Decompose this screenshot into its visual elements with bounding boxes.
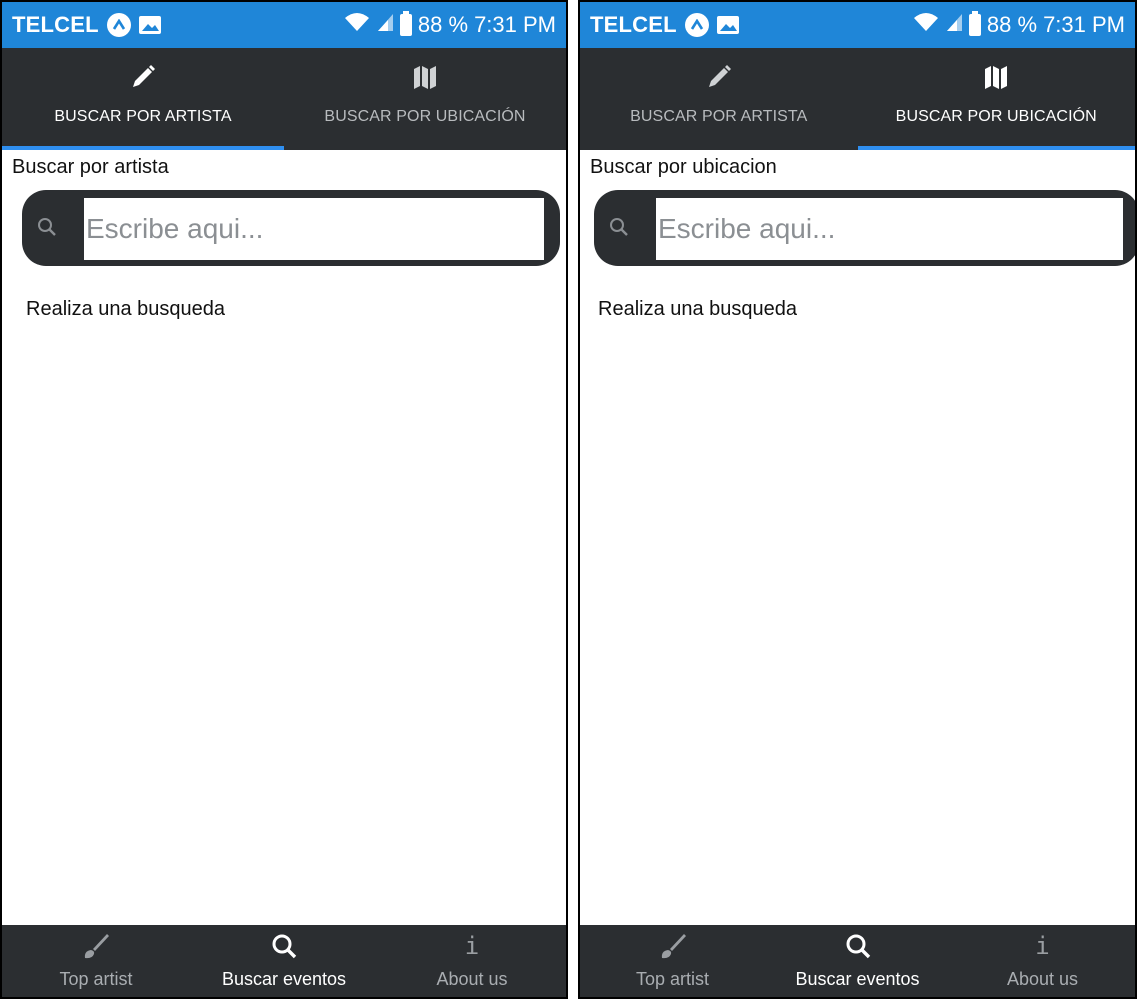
battery-percent: 88 % — [417, 12, 469, 37]
bottom-nav: Top artist Buscar eventos i About us — [580, 925, 1135, 997]
image-icon — [138, 16, 161, 34]
pencil-icon — [130, 60, 156, 94]
nav-label: Top artist — [635, 969, 710, 989]
nav-top-artist[interactable]: Top artist — [2, 925, 190, 997]
nav-about-us[interactable]: i About us — [378, 925, 566, 997]
nav-label: Buscar eventos — [795, 969, 920, 989]
section-title: Buscar por artista — [12, 156, 169, 178]
search-input[interactable] — [656, 198, 1123, 260]
map-icon — [983, 60, 1009, 94]
phone-screen-artist: TELCEL 88 % 7:31 PM BUSCAR POR ARTISTA B… — [0, 0, 568, 999]
tab-indicator — [2, 146, 284, 150]
nav-buscar-eventos[interactable]: Buscar eventos — [190, 925, 378, 997]
tab-buscar-por-artista[interactable]: BUSCAR POR ARTISTA — [2, 48, 284, 150]
nav-label: Top artist — [59, 969, 133, 989]
tab-label: BUSCAR POR ARTISTA — [54, 108, 232, 125]
nav-label: About us — [1006, 969, 1079, 989]
empty-state-message: Realiza una busqueda — [598, 298, 798, 320]
info-icon: i — [1035, 932, 1050, 960]
search-input[interactable] — [84, 198, 544, 260]
app-badge-icon — [684, 13, 709, 37]
carrier-label: TELCEL — [12, 12, 99, 37]
search-icon — [36, 216, 60, 240]
tab-indicator — [857, 146, 1135, 150]
tab-label: BUSCAR POR ARTISTA — [630, 108, 808, 125]
wifi-icon — [344, 12, 370, 38]
status-bar: TELCEL 88 % 7:31 PM — [580, 2, 1135, 48]
tab-buscar-por-ubicacion[interactable]: BUSCAR POR UBICACIÓN — [284, 48, 566, 150]
signal-icon — [376, 12, 394, 38]
tab-label: BUSCAR POR UBICACIÓN — [324, 108, 526, 125]
clock: 7:31 PM — [1043, 12, 1125, 37]
info-icon: i — [464, 932, 480, 960]
nav-label: About us — [436, 969, 508, 989]
nav-buscar-eventos[interactable]: Buscar eventos — [765, 925, 950, 997]
section-title: Buscar por ubicacion — [590, 156, 777, 178]
battery-icon — [968, 11, 981, 36]
tab-label: BUSCAR POR UBICACIÓN — [895, 108, 1097, 125]
carrier-label: TELCEL — [590, 12, 677, 37]
app-badge-icon — [106, 13, 131, 37]
empty-state-message: Realiza una busqueda — [26, 298, 226, 320]
nav-label: Buscar eventos — [221, 969, 347, 989]
brush-icon — [81, 929, 111, 963]
top-tab-bar: BUSCAR POR ARTISTA BUSCAR POR UBICACIÓN — [580, 48, 1135, 150]
tab-buscar-por-ubicacion[interactable]: BUSCAR POR UBICACIÓN — [857, 48, 1135, 150]
nav-top-artist[interactable]: Top artist — [580, 925, 765, 997]
pencil-icon — [706, 60, 732, 94]
clock: 7:31 PM — [474, 12, 556, 37]
tab-buscar-por-artista[interactable]: BUSCAR POR ARTISTA — [580, 48, 858, 150]
search-bar — [594, 190, 1135, 266]
image-icon — [716, 16, 739, 34]
search-icon — [844, 929, 872, 963]
signal-icon — [945, 12, 963, 38]
search-bar — [22, 190, 560, 266]
map-icon — [412, 60, 438, 94]
nav-about-us[interactable]: i About us — [950, 925, 1135, 997]
phone-screen-location: TELCEL 88 % 7:31 PM BUSCAR POR ARTISTA B… — [578, 0, 1137, 999]
wifi-icon — [913, 12, 939, 38]
status-bar: TELCEL 88 % 7:31 PM — [2, 2, 566, 48]
battery-percent: 88 % — [986, 12, 1038, 37]
search-icon — [608, 216, 632, 240]
brush-icon — [658, 929, 688, 963]
search-icon — [270, 929, 298, 963]
battery-icon — [399, 11, 412, 36]
top-tab-bar: BUSCAR POR ARTISTA BUSCAR POR UBICACIÓN — [2, 48, 566, 150]
bottom-nav: Top artist Buscar eventos i About us — [2, 925, 566, 997]
